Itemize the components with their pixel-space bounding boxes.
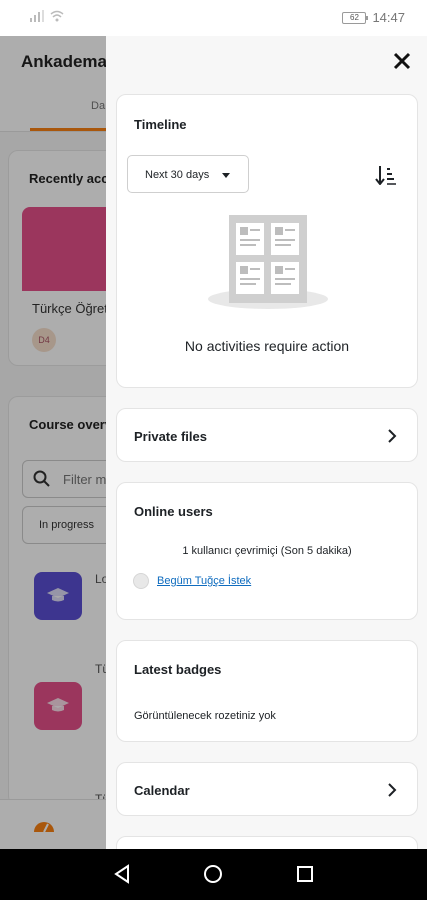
sort-icon[interactable] <box>375 165 397 185</box>
chevron-right-icon <box>388 783 397 797</box>
avatar <box>133 573 149 589</box>
caret-down-icon <box>222 173 230 178</box>
calendar-title: Calendar <box>134 783 190 798</box>
latest-badges-title: Latest badges <box>134 662 222 677</box>
timeline-empty-message: No activities require action <box>184 338 350 354</box>
latest-badges-block: Latest badges Görüntülenecek rozetiniz y… <box>116 640 418 742</box>
battery-icon: 62 <box>342 11 369 24</box>
blocks-drawer: Timeline Next 30 days No activities requ… <box>106 36 427 876</box>
online-users-summary: 1 kullanıcı çevrimiçi (Son 5 dakika) <box>182 545 352 557</box>
online-user-row: Begüm Tuğçe İstek <box>133 573 251 589</box>
wifi-icon <box>50 10 64 22</box>
back-icon[interactable] <box>112 864 132 884</box>
clock: 14:47 <box>372 10 405 25</box>
timeline-block: Timeline Next 30 days No activities requ… <box>116 94 418 388</box>
chevron-right-icon <box>388 429 397 443</box>
signal-icon <box>30 10 44 22</box>
home-icon[interactable] <box>203 864 223 884</box>
status-bar: 62 14:47 <box>0 0 427 36</box>
private-files-title: Private files <box>134 429 207 444</box>
online-users-title: Online users <box>134 504 213 519</box>
recents-icon[interactable] <box>295 864 315 884</box>
system-nav-bar <box>0 849 427 900</box>
empty-timeline-illustration <box>208 215 328 309</box>
close-icon[interactable] <box>391 50 413 72</box>
user-link[interactable]: Begüm Tuğçe İstek <box>157 575 251 587</box>
badges-empty-message: Görüntülenecek rozetiniz yok <box>134 710 276 722</box>
calendar-block[interactable]: Calendar <box>116 762 418 816</box>
timeline-filter-dropdown[interactable]: Next 30 days <box>127 155 249 193</box>
timeline-filter-value: Next 30 days <box>145 169 210 181</box>
timeline-title: Timeline <box>134 117 187 132</box>
private-files-block[interactable]: Private files <box>116 408 418 462</box>
online-users-block: Online users 1 kullanıcı çevrimiçi (Son … <box>116 482 418 620</box>
